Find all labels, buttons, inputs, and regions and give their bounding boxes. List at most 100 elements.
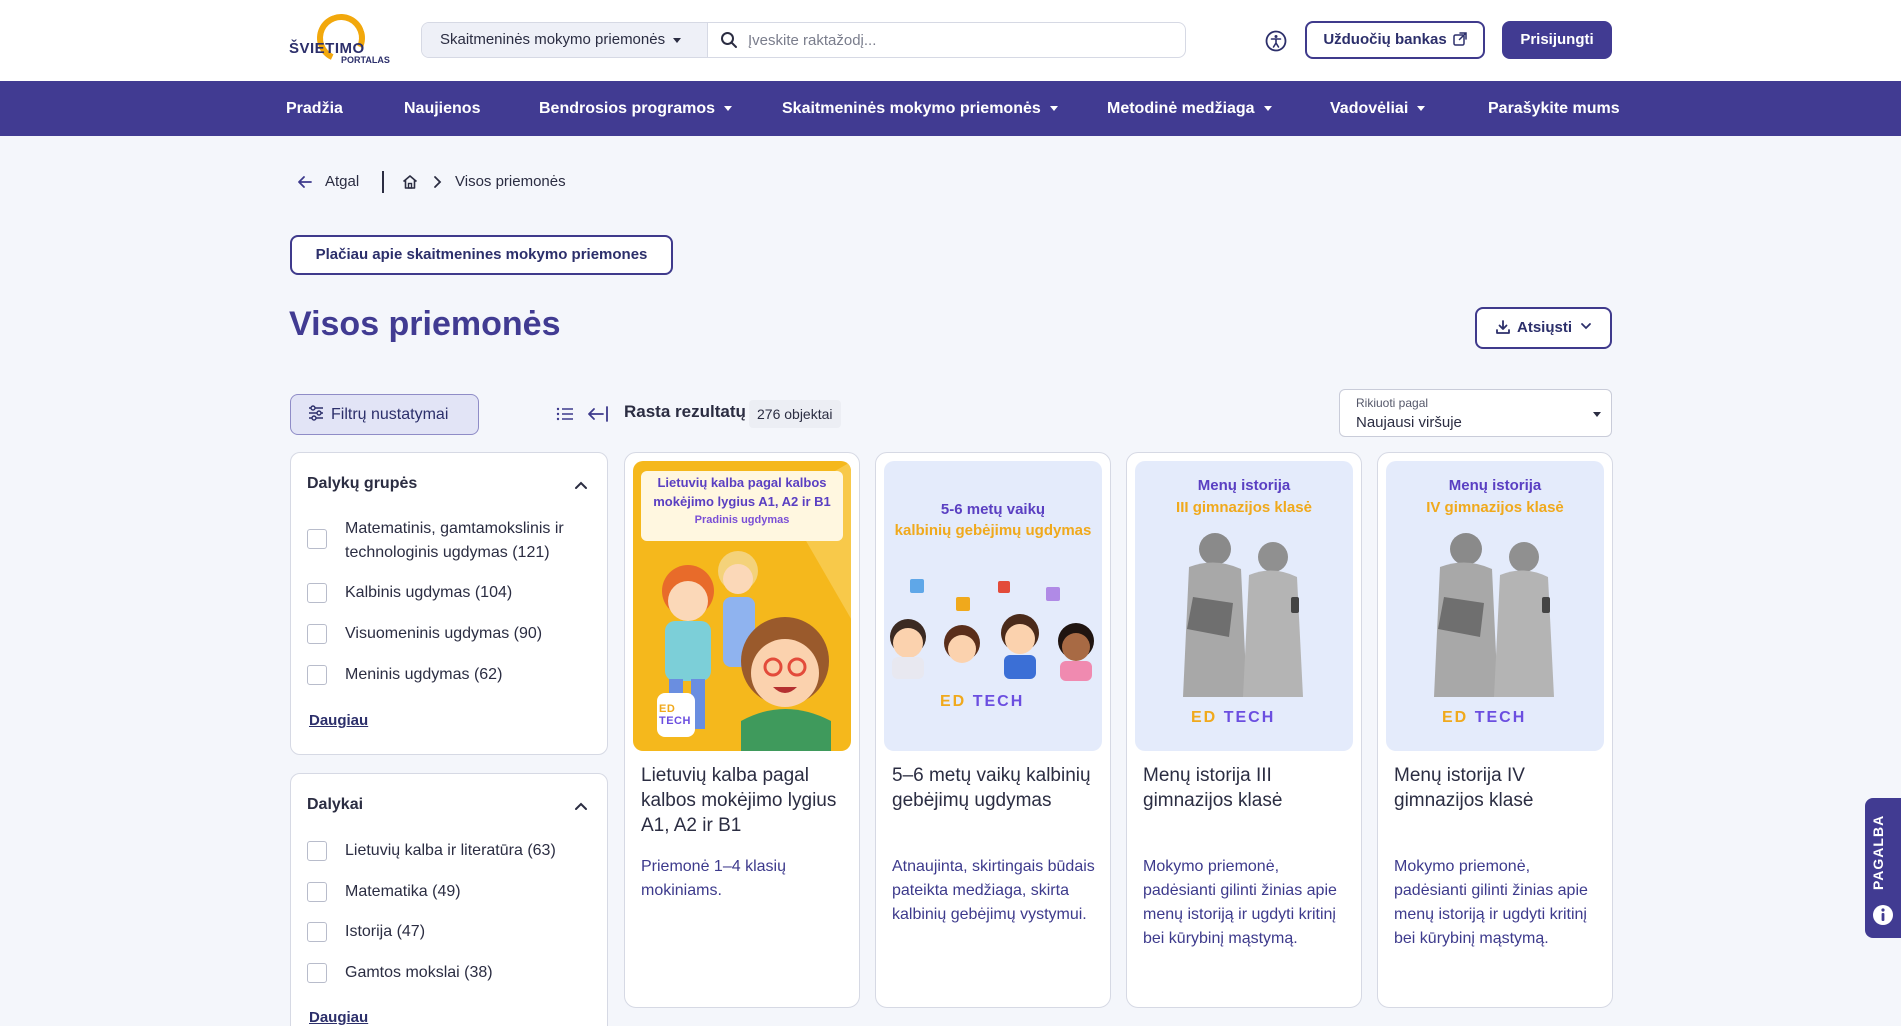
caret-down-icon — [673, 37, 682, 43]
card-image-caption-line2: III gimnazijos klasė — [1176, 499, 1312, 516]
breadcrumb-current: Visos priemonės — [455, 173, 566, 190]
checkbox[interactable] — [307, 963, 327, 983]
download-button[interactable]: Atsiųsti — [1475, 307, 1612, 349]
card-description: Atnaujinta, skirtingais būdais pateikta … — [892, 858, 1095, 923]
filter-option-label: Matematika (49) — [345, 883, 461, 900]
filter-option-label: Gamtos mokslai (38) — [345, 964, 493, 981]
resource-card[interactable]: Menų istorija IV gimnazijos klasė ED TEC… — [1377, 452, 1613, 1008]
show-more-link[interactable]: Daugiau — [309, 712, 368, 729]
edtech-logo: ED TECH — [1191, 709, 1275, 727]
filter-panel-title: Dalykai — [307, 796, 364, 813]
card-title[interactable]: 5–6 metų vaikų kalbinių gebėjimų ugdymas — [892, 763, 1102, 813]
collapse-sidebar-icon[interactable] — [587, 404, 609, 424]
edtech-logo: ED TECH — [940, 693, 1024, 711]
filter-option-label: Visuomeninis ugdymas (90) — [345, 625, 543, 642]
checkbox[interactable] — [307, 529, 327, 549]
resource-card[interactable]: Menų istorija III gimnazijos klasė ED TE… — [1126, 452, 1362, 1008]
arrow-left-icon[interactable] — [296, 173, 314, 191]
checkbox[interactable] — [307, 665, 327, 685]
nav-label: Bendrosios programos — [539, 100, 716, 117]
info-icon — [1873, 905, 1893, 925]
card-image: Lietuvių kalba pagal kalbos mokėjimo lyg… — [633, 461, 851, 751]
edtech-logo-text: TECH — [972, 693, 1025, 710]
nav-item-news[interactable]: Naujienos — [404, 81, 480, 136]
card-image-caption-line1: Lietuvių kalba pagal kalbos mokėjimo lyg… — [653, 475, 831, 509]
card-description: Mokymo priemonė, padėsianti gilinti žini… — [1143, 858, 1337, 947]
nav-item-methodical-material[interactable]: Metodinė medžiaga — [1107, 81, 1272, 136]
back-link[interactable]: Atgal — [325, 173, 359, 190]
card-image-caption-line1: Menų istorija — [1448, 477, 1542, 494]
filter-option-label: Matematinis, gamtamokslinis ir technolog… — [345, 520, 564, 561]
checkbox[interactable] — [307, 583, 327, 603]
search-input[interactable] — [748, 25, 1178, 55]
card-title[interactable]: Lietuvių kalba pagal kalbos mokėjimo lyg… — [641, 763, 851, 838]
login-button[interactable]: Prisijungti — [1502, 21, 1612, 59]
filter-panel-subject-groups: Dalykų grupės Matematinis, gamtamokslini… — [290, 452, 608, 755]
card-image-caption-line2: Pradinis ugdymas — [694, 514, 790, 526]
more-about-tools-button[interactable]: Plačiau apie skaitmenines mokymo priemon… — [290, 235, 673, 275]
list-view-icon[interactable] — [555, 404, 575, 424]
resource-card[interactable]: Lietuvių kalba pagal kalbos mokėjimo lyg… — [624, 452, 860, 1008]
task-bank-button[interactable]: Užduočių bankas — [1305, 21, 1485, 59]
card-image-caption: 5-6 metų vaikų kalbinių gebėjimų ugdymas — [884, 499, 1102, 541]
edtech-logo-text: TECH — [659, 715, 691, 727]
filter-option-label: Istorija (47) — [345, 923, 426, 940]
show-more-link[interactable]: Daugiau — [309, 1009, 368, 1026]
card-image: Menų istorija III gimnazijos klasė ED TE… — [1135, 461, 1353, 751]
sort-select[interactable]: Rikiuoti pagal Naujausi viršuje — [1339, 389, 1612, 437]
edtech-logo-mark: ED — [1191, 709, 1218, 726]
filter-panel-subjects: Dalykai Lietuvių kalba ir literatūra (63… — [290, 773, 608, 1026]
help-label: PAGALBA — [1870, 814, 1886, 890]
nav-item-digital-tools[interactable]: Skaitmeninės mokymo priemonės — [782, 81, 1058, 136]
nav-item-general-programs[interactable]: Bendrosios programos — [539, 81, 733, 136]
card-title[interactable]: Menų istorija IV gimnazijos klasė — [1394, 763, 1604, 813]
edtech-logo: ED TECH — [1442, 709, 1526, 727]
card-image-caption-line1: Menų istorija — [1197, 477, 1291, 494]
chevron-down-icon — [1581, 323, 1591, 330]
card-image-caption-line2: kalbinių gebėjimų ugdymas — [894, 522, 1092, 539]
filter-panel-title: Dalykų grupės — [307, 475, 418, 492]
caret-down-icon — [1049, 106, 1058, 112]
chevron-up-icon[interactable] — [573, 477, 589, 493]
filter-option-label: Meninis ugdymas (62) — [345, 666, 503, 683]
breadcrumb-divider — [382, 171, 384, 193]
page-title: Visos priemonės — [289, 305, 561, 343]
nav-item-home[interactable]: Pradžia — [286, 81, 343, 136]
card-image-caption: Menų istorija IV gimnazijos klasė — [1386, 475, 1604, 519]
chevron-up-icon[interactable] — [573, 798, 589, 814]
nav-label: Skaitmeninės mokymo priemonės — [782, 100, 1041, 117]
edtech-logo-mark: ED — [659, 703, 676, 715]
checkbox[interactable] — [307, 882, 327, 902]
filter-settings-button[interactable]: Filtrų nustatymai — [290, 394, 479, 435]
card-title[interactable]: Menų istorija III gimnazijos klasė — [1143, 763, 1353, 813]
checkbox[interactable] — [307, 922, 327, 942]
edtech-logo: ED TECH — [659, 703, 691, 727]
logo-text-line2: PORTALAS — [341, 55, 390, 65]
nav-label: Pradžia — [286, 100, 343, 117]
card-image-caption: Menų istorija III gimnazijos klasė — [1135, 475, 1353, 519]
accessibility-icon[interactable] — [1265, 30, 1287, 52]
search-category-select[interactable]: Skaitmeninės mokymo priemonės — [422, 23, 708, 57]
card-description: Mokymo priemonė, padėsianti gilinti žini… — [1394, 858, 1588, 947]
nav-label: Vadovėliai — [1330, 100, 1409, 117]
statues-illustration — [1434, 533, 1554, 697]
children-illustration — [890, 579, 1094, 681]
resource-card[interactable]: 5-6 metų vaikų kalbinių gebėjimų ugdymas… — [875, 452, 1111, 1008]
card-image-caption: Lietuvių kalba pagal kalbos mokėjimo lyg… — [641, 473, 843, 530]
nav-item-contact[interactable]: Parašykite mums — [1488, 81, 1620, 136]
edtech-logo-text: TECH — [1223, 709, 1276, 726]
nav-item-textbooks[interactable]: Vadovėliai — [1330, 81, 1426, 136]
home-icon[interactable] — [401, 173, 419, 191]
checkbox[interactable] — [307, 841, 327, 861]
nav-label: Metodinė medžiaga — [1107, 100, 1255, 117]
search-icon — [721, 32, 737, 48]
help-tab[interactable]: PAGALBA — [1865, 798, 1901, 938]
checkbox[interactable] — [307, 624, 327, 644]
main-nav: Pradžia Naujienos Bendrosios programos S… — [0, 81, 1901, 136]
caret-down-icon — [724, 106, 733, 112]
download-icon — [1496, 320, 1510, 334]
card-image: Menų istorija IV gimnazijos klasė ED TEC… — [1386, 461, 1604, 751]
top-header: ŠVIETIMO PORTALAS Skaitmeninės mokymo pr… — [0, 0, 1901, 81]
site-logo[interactable]: ŠVIETIMO PORTALAS — [289, 7, 390, 69]
filter-option-label: Lietuvių kalba ir literatūra (63) — [345, 842, 556, 859]
